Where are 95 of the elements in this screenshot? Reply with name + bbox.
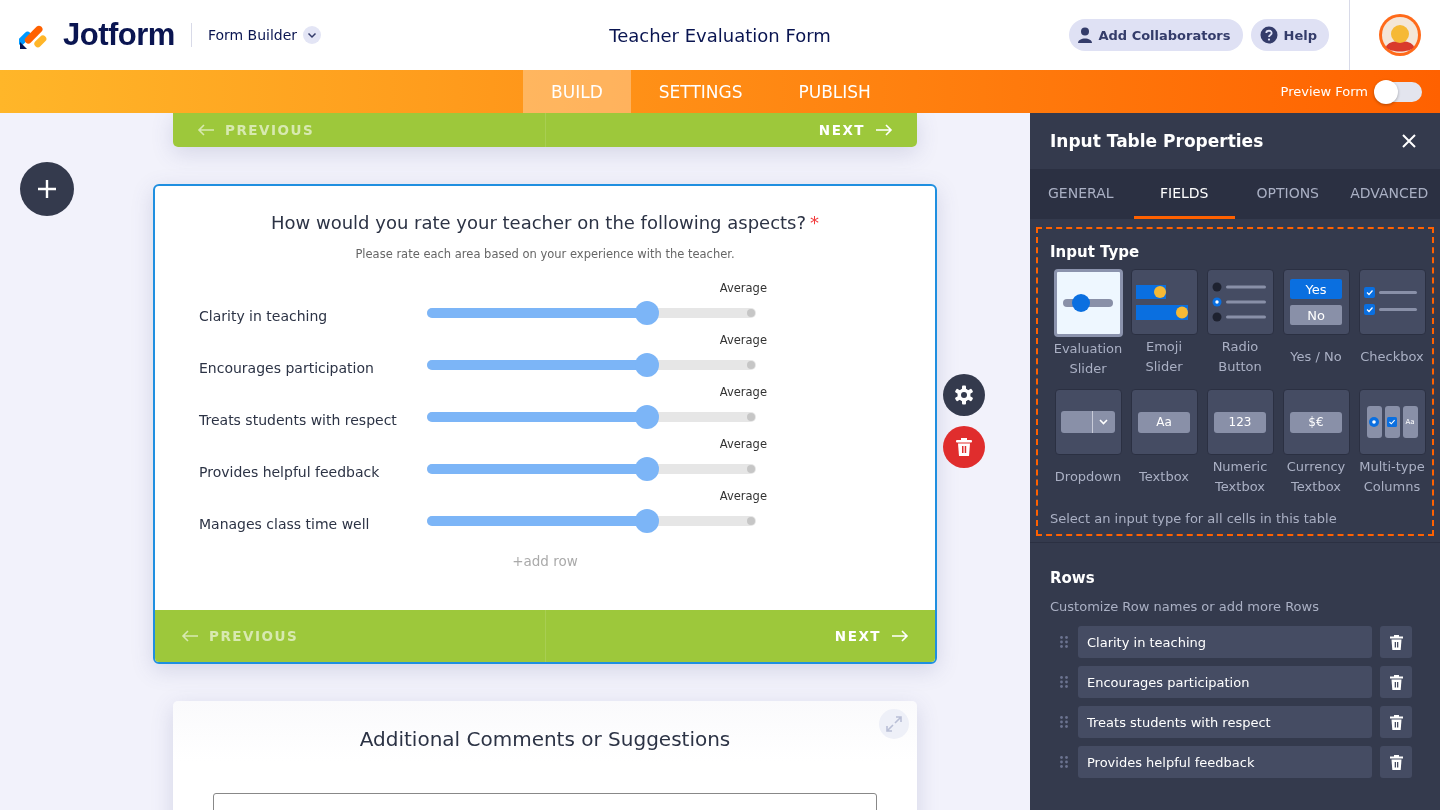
input-type-option[interactable] bbox=[1053, 269, 1123, 337]
input-type-option[interactable]: Aa bbox=[1130, 389, 1198, 455]
no-option-label: No bbox=[1290, 305, 1342, 325]
delete-button[interactable] bbox=[943, 426, 985, 468]
settings-icon bbox=[954, 385, 974, 405]
preview-label: Preview Form bbox=[1280, 84, 1368, 99]
dropdown-icon bbox=[1061, 411, 1115, 433]
input-type-option[interactable]: 123 bbox=[1206, 389, 1274, 455]
slider-thumb[interactable] bbox=[635, 509, 660, 533]
arrow-right-icon bbox=[891, 630, 909, 642]
question-subtitle: Please rate each area based on your experience with the teacher. bbox=[355, 247, 735, 261]
user-icon bbox=[1078, 27, 1093, 43]
option-label: Evaluation Slider bbox=[1052, 340, 1124, 378]
delete-row-button[interactable] bbox=[1380, 666, 1412, 698]
panel-title: Input Table Properties bbox=[1050, 131, 1264, 151]
panel-tab[interactable]: ADVANCED bbox=[1338, 169, 1440, 219]
close-icon bbox=[1402, 134, 1416, 148]
radio-list-icon bbox=[1212, 282, 1268, 322]
input-type-option[interactable]: Yes No bbox=[1282, 269, 1350, 335]
settings-button[interactable] bbox=[943, 374, 985, 416]
panel-tab[interactable]: FIELDS bbox=[1133, 169, 1235, 219]
logo-text: Jotform bbox=[63, 17, 175, 53]
help-icon bbox=[1259, 26, 1278, 44]
row-label: Treats students with respect bbox=[199, 412, 398, 428]
slider-value-label: Average bbox=[719, 437, 767, 451]
chevron-down-icon bbox=[303, 26, 322, 44]
trash-icon bbox=[956, 438, 972, 456]
option-label: Yes / No bbox=[1290, 348, 1342, 366]
arrow-right-icon bbox=[875, 124, 893, 136]
input-type-option[interactable] bbox=[1206, 269, 1274, 335]
trash-icon bbox=[1389, 714, 1403, 730]
row-label: Clarity in teaching bbox=[199, 308, 329, 324]
slider-icon bbox=[1061, 293, 1115, 313]
section-hint: Customize Row names or add more Rows bbox=[1050, 599, 1320, 614]
slider-value-label: Average bbox=[719, 489, 767, 503]
yes-option-label: Yes bbox=[1290, 279, 1342, 299]
expand-icon bbox=[886, 716, 902, 732]
help-button[interactable]: Help bbox=[1250, 19, 1329, 51]
panel-tab[interactable]: OPTIONS bbox=[1237, 169, 1339, 219]
slider-value-label: Average bbox=[719, 385, 767, 399]
input-type-option[interactable] bbox=[1358, 269, 1426, 335]
product-switcher[interactable]: Form Builder bbox=[207, 26, 322, 44]
textbox-icon-label: Aa bbox=[1138, 411, 1190, 433]
plus-icon bbox=[37, 179, 57, 199]
drag-handle-icon bbox=[1060, 756, 1068, 768]
trash-icon bbox=[1389, 674, 1403, 690]
required-mark: * bbox=[810, 212, 820, 233]
delete-row-button[interactable] bbox=[1380, 746, 1412, 778]
slider-thumb[interactable] bbox=[635, 405, 660, 429]
checkbox-list-icon bbox=[1364, 287, 1420, 317]
option-label: Textbox bbox=[1139, 468, 1189, 486]
arrow-left-icon bbox=[181, 630, 199, 642]
drag-handle-icon bbox=[1060, 676, 1068, 688]
input-type-option[interactable]: $€ bbox=[1282, 389, 1350, 455]
arrow-left-icon bbox=[197, 124, 215, 136]
option-label: Radio Button bbox=[1217, 338, 1263, 376]
slider-thumb[interactable] bbox=[635, 301, 660, 325]
input-type-option[interactable] bbox=[1054, 389, 1122, 455]
nav-tab[interactable]: PUBLISH bbox=[770, 70, 899, 113]
row-name-field[interactable]: Clarity in teaching bbox=[1078, 626, 1372, 658]
input-type-option[interactable] bbox=[1130, 269, 1198, 335]
row-name-field[interactable]: Provides helpful feedback bbox=[1078, 746, 1372, 778]
question-title: Additional Comments or Suggestions bbox=[359, 727, 731, 751]
section-heading: Rows bbox=[1050, 569, 1096, 587]
option-label: Numeric Textbox bbox=[1211, 458, 1269, 496]
textbox-icon-label: 123 bbox=[1214, 411, 1266, 433]
delete-row-button[interactable] bbox=[1380, 706, 1412, 738]
panel-tab[interactable]: GENERAL bbox=[1030, 169, 1132, 219]
delete-row-button[interactable] bbox=[1380, 626, 1412, 658]
avatar bbox=[1378, 13, 1422, 57]
row-label: Provides helpful feedback bbox=[199, 464, 381, 480]
slider-thumb[interactable] bbox=[635, 457, 660, 481]
trash-icon bbox=[1389, 754, 1403, 770]
drag-handle-icon bbox=[1060, 716, 1068, 728]
question-title: How would you rate your teacher on the following aspects? bbox=[270, 212, 807, 233]
row-name-field[interactable]: Treats students with respect bbox=[1078, 706, 1372, 738]
row-label: Manages class time well bbox=[199, 516, 371, 532]
slider-value-label: Average bbox=[719, 333, 767, 347]
option-label: Checkbox bbox=[1360, 348, 1424, 366]
drag-handle-icon bbox=[1060, 636, 1068, 648]
option-label: Dropdown bbox=[1054, 468, 1122, 486]
form-title: Teacher Evaluation Form bbox=[609, 24, 831, 46]
add-collaborators-button[interactable]: Add Collaborators bbox=[1069, 19, 1243, 51]
option-label: Multi-type Columns bbox=[1358, 458, 1426, 496]
trash-icon bbox=[1389, 634, 1403, 650]
row-label: Encourages participation bbox=[199, 360, 375, 376]
slider-value-label: Average bbox=[719, 281, 767, 295]
option-label: Currency Textbox bbox=[1285, 458, 1347, 496]
textbox-icon-label: $€ bbox=[1290, 411, 1342, 433]
slider-thumb[interactable] bbox=[635, 353, 660, 377]
section-hint: Select an input type for all cells in this table bbox=[1050, 511, 1338, 526]
section-heading: Input Type bbox=[1050, 243, 1141, 261]
option-label: Emoji Slider bbox=[1144, 338, 1184, 376]
add-element-button[interactable] bbox=[20, 162, 74, 216]
row-name-field[interactable]: Encourages participation bbox=[1078, 666, 1372, 698]
